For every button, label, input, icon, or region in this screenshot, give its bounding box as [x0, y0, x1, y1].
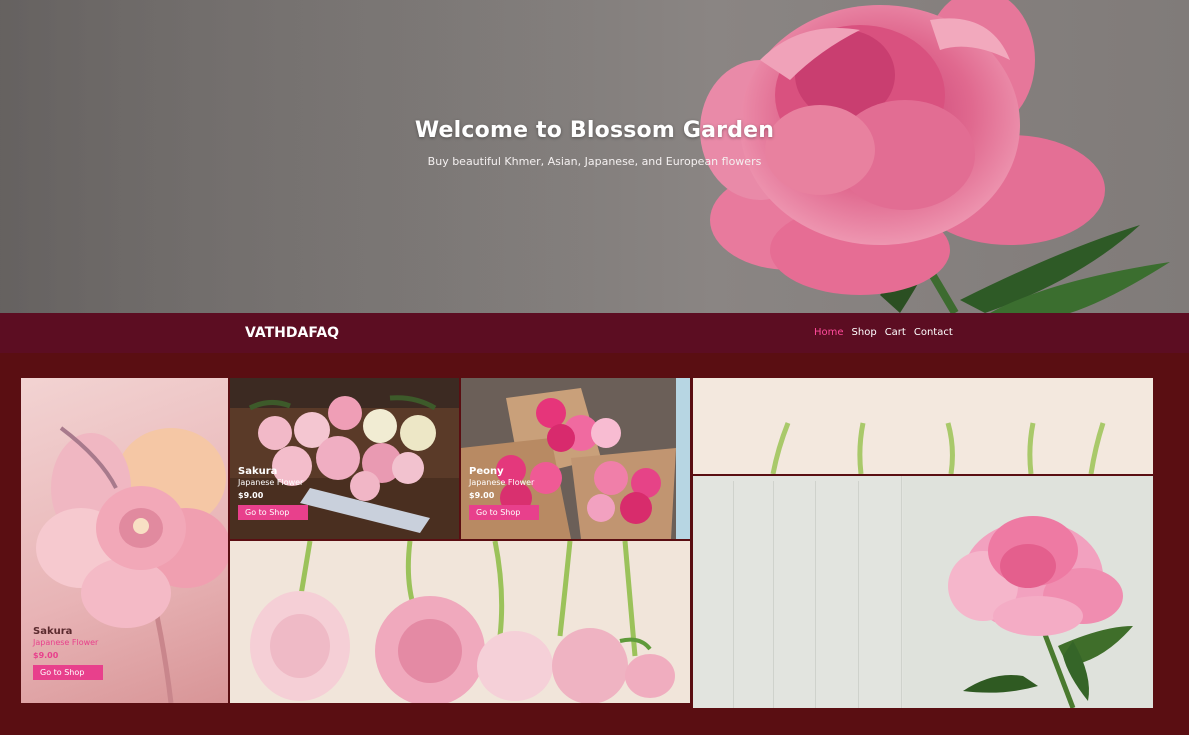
go-to-shop-button[interactable]: Go to Shop: [33, 665, 103, 680]
product-type: Japanese Flower: [238, 478, 304, 487]
stems-image-tile: [693, 378, 1153, 474]
product-type: Japanese Flower: [33, 638, 99, 647]
hero-banner: Welcome to Blossom Garden Buy beautiful …: [0, 0, 1189, 313]
peony-row-image: [250, 541, 675, 703]
product-price: $9.00: [33, 651, 59, 660]
product-card[interactable]: Peony Japanese Flower $9.00 Go to Shop: [461, 378, 690, 539]
product-name: Peony: [469, 466, 504, 477]
nav-link-contact[interactable]: Contact: [914, 327, 953, 338]
product-card[interactable]: Sakura Japanese Flower $9.00 Go to Shop: [21, 378, 228, 703]
hero-title: Welcome to Blossom Garden: [414, 118, 775, 143]
hero-subtitle: Buy beautiful Khmer, Asian, Japanese, an…: [427, 155, 762, 168]
nav-link-home[interactable]: Home: [814, 327, 844, 338]
nav-links: Home Shop Cart Contact: [814, 327, 953, 338]
product-name: Sakura: [33, 626, 73, 637]
nav-link-cart[interactable]: Cart: [885, 327, 906, 338]
brand-logo[interactable]: VATHDAFAQ: [245, 325, 339, 341]
product-type: Japanese Flower: [469, 478, 535, 487]
peony-single-image-tile: [693, 476, 1153, 708]
stems-image: [770, 422, 1106, 474]
product-name: Sakura: [238, 466, 278, 477]
product-price: $9.00: [469, 491, 495, 500]
product-info: Sakura Japanese Flower $9.00 Go to Shop: [33, 626, 103, 680]
peony-row-image-tile: [230, 541, 690, 703]
peony-single-image: [693, 476, 1153, 708]
nav-link-shop[interactable]: Shop: [852, 327, 877, 338]
navbar: VATHDAFAQ Home Shop Cart Contact: [0, 313, 1189, 353]
product-info: Peony Japanese Flower $9.00 Go to Shop: [469, 466, 539, 520]
product-price: $9.00: [238, 491, 264, 500]
product-info: Sakura Japanese Flower $9.00 Go to Shop: [238, 466, 308, 520]
product-gallery: Sakura Japanese Flower $9.00 Go to Shop …: [0, 353, 1189, 735]
go-to-shop-button[interactable]: Go to Shop: [469, 505, 539, 520]
product-card[interactable]: Sakura Japanese Flower $9.00 Go to Shop: [230, 378, 459, 539]
go-to-shop-button[interactable]: Go to Shop: [238, 505, 308, 520]
